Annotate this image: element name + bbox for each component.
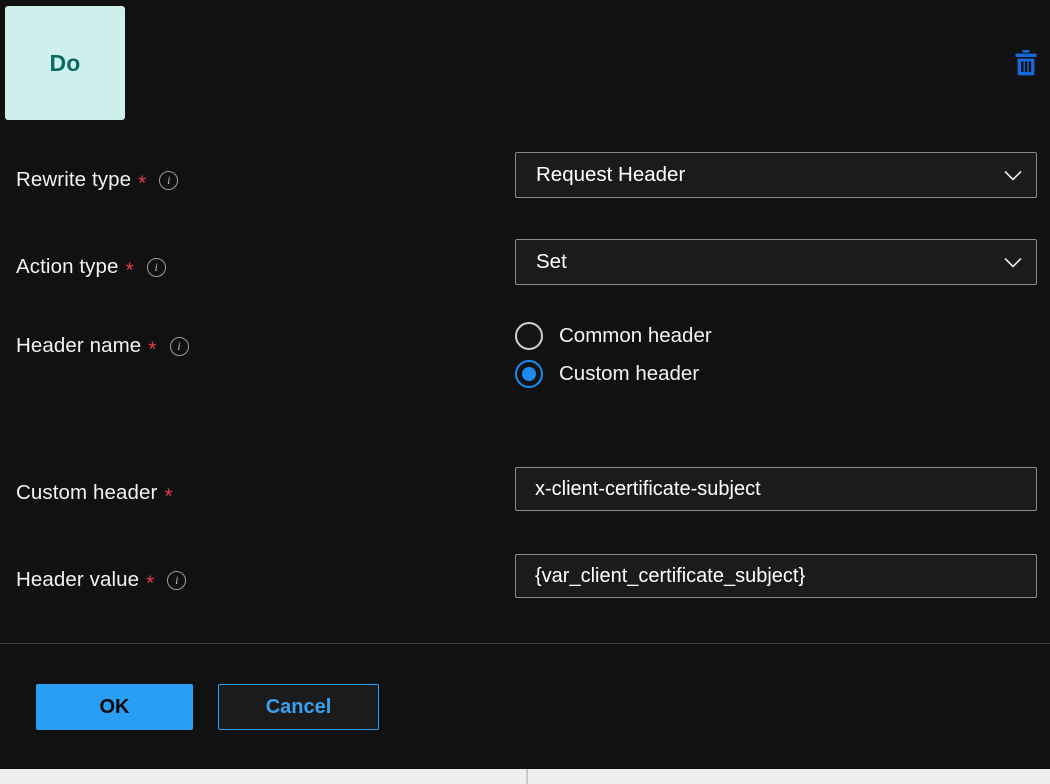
action-type-dropdown[interactable]: Set: [515, 239, 1037, 285]
ok-button[interactable]: OK: [36, 684, 193, 730]
radio-dot: [522, 367, 536, 381]
radio-common-header-label: Common header: [559, 324, 712, 348]
header-value-input[interactable]: [515, 554, 1037, 598]
required-asterisk: *: [164, 486, 172, 507]
required-asterisk: *: [138, 173, 146, 194]
delete-button[interactable]: [1006, 44, 1046, 84]
form-row-rewrite-type: Rewrite type * i Request Header: [0, 152, 1050, 218]
required-asterisk: *: [126, 260, 134, 281]
radio-custom-header-label: Custom header: [559, 362, 699, 386]
form-row-header-value: Header value * i: [0, 554, 1050, 620]
action-type-label: Action type: [16, 255, 119, 279]
required-asterisk: *: [148, 339, 156, 360]
info-icon[interactable]: i: [167, 571, 186, 590]
form-row-action-type: Action type * i Set: [0, 239, 1050, 305]
trash-icon: [1013, 49, 1039, 80]
rewrite-type-label-group: Rewrite type * i: [16, 168, 178, 192]
action-panel-header: Do: [0, 0, 1050, 126]
chevron-down-icon: [1000, 249, 1026, 275]
header-name-control: Common header Custom header: [515, 322, 1037, 388]
header-value-control: [515, 554, 1037, 598]
custom-header-label: Custom header: [16, 481, 157, 505]
info-icon[interactable]: i: [159, 171, 178, 190]
form-row-header-name: Header name * i Common header Custom hea…: [0, 322, 1050, 422]
rewrite-type-value: Request Header: [536, 163, 1000, 187]
bottom-strip-divider: [526, 769, 528, 784]
rewrite-type-control: Request Header: [515, 152, 1037, 198]
header-name-label-group: Header name * i: [16, 334, 189, 358]
header-name-label: Header name: [16, 334, 141, 358]
radio-common-header-mark: [515, 322, 543, 350]
action-type-label-group: Action type * i: [16, 255, 166, 279]
radio-common-header[interactable]: Common header: [515, 322, 1037, 350]
rewrite-type-dropdown[interactable]: Request Header: [515, 152, 1037, 198]
cancel-button[interactable]: Cancel: [218, 684, 379, 730]
header-name-radio-group: Common header Custom header: [515, 322, 1037, 388]
rewrite-type-label: Rewrite type: [16, 168, 131, 192]
header-value-label: Header value: [16, 568, 139, 592]
do-tile: Do: [5, 6, 125, 120]
custom-header-control: [515, 467, 1037, 511]
form-row-custom-header: Custom header *: [0, 467, 1050, 533]
radio-custom-header-mark: [515, 360, 543, 388]
info-icon[interactable]: i: [170, 337, 189, 356]
info-icon[interactable]: i: [147, 258, 166, 277]
dialog-footer: OK Cancel: [0, 644, 1050, 769]
radio-custom-header[interactable]: Custom header: [515, 360, 1037, 388]
custom-header-input[interactable]: [515, 467, 1037, 511]
header-value-label-group: Header value * i: [16, 568, 186, 592]
do-tile-label: Do: [49, 50, 80, 77]
required-asterisk: *: [146, 573, 154, 594]
action-type-control: Set: [515, 239, 1037, 285]
chevron-down-icon: [1000, 162, 1026, 188]
bottom-strip: [0, 769, 1050, 784]
custom-header-label-group: Custom header *: [16, 481, 173, 505]
action-type-value: Set: [536, 250, 1000, 274]
